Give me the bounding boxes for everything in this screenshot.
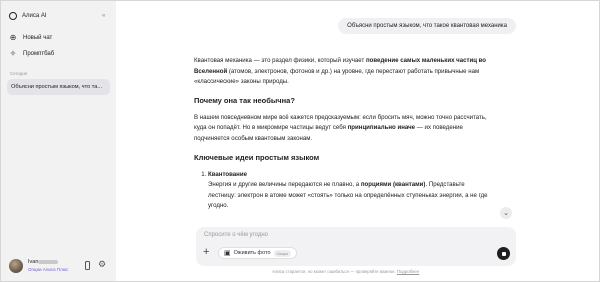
animate-photo-chip[interactable]: ▣ Оживить фото Скоро xyxy=(218,247,297,259)
chat-history-item[interactable]: Объясни простым языком, что та... xyxy=(7,79,110,95)
prompt-library-label: Промптбаб xyxy=(23,51,55,57)
subscription-link[interactable]: Опции Алиса Плюс xyxy=(28,267,68,272)
response-paragraph: Квантовая механика — это раздел физики, … xyxy=(194,57,487,86)
user-name: Ivan xyxy=(28,259,59,265)
message-input[interactable]: Спросите о чём угодно xyxy=(204,232,268,238)
alice-logo-icon xyxy=(9,12,17,20)
scroll-down-button[interactable]: ⌄ xyxy=(500,207,512,219)
prompt-library-button[interactable]: ✧ Промптбаб xyxy=(9,49,55,58)
stop-icon xyxy=(501,251,506,256)
plus-icon[interactable]: + xyxy=(203,247,209,258)
more-link[interactable]: Подробнее xyxy=(397,269,419,274)
list-item: Квантование Энергия и другие величины пе… xyxy=(208,170,494,212)
composer: Спросите о чём угодно + ▣ Оживить фото С… xyxy=(196,227,516,266)
sparkle-icon: ✧ xyxy=(9,49,17,58)
chevron-down-icon: ⌄ xyxy=(503,210,509,217)
stop-button[interactable] xyxy=(497,247,510,260)
response-heading: Почему она так необычна? xyxy=(194,95,295,105)
disclaimer: Алиса старается, но может ошибаться — пр… xyxy=(272,269,420,274)
new-chat-button[interactable]: ⊕ Новый чат xyxy=(9,33,53,42)
new-chat-label: Новый чат xyxy=(23,35,53,41)
user-message: Объясни простым языком, что такое кванто… xyxy=(338,18,516,34)
chat-area: Объясни простым языком, что такое кванто… xyxy=(116,1,599,281)
chip-label: Оживить фото xyxy=(233,250,271,256)
gear-icon[interactable]: ⚙ xyxy=(98,260,106,269)
soon-badge: Скоро xyxy=(273,249,291,257)
response-list: Квантование Энергия и другие величины пе… xyxy=(208,170,494,212)
sidebar: Алиса AI « ⊕ Новый чат ✧ Промптбаб Сегод… xyxy=(1,1,116,281)
section-label-today: Сегодня xyxy=(10,71,28,76)
photo-icon: ▣ xyxy=(224,250,231,257)
collapse-sidebar-icon[interactable]: « xyxy=(102,13,105,19)
brand[interactable]: Алиса AI xyxy=(9,12,47,20)
brand-label: Алиса AI xyxy=(22,13,47,19)
response-paragraph: В нашем повседневном мире всё кажется пр… xyxy=(194,113,487,142)
response-heading: Ключевые идеи простым языком xyxy=(194,152,320,162)
assistant-response: Квантовая механика — это раздел физики, … xyxy=(194,56,494,212)
phone-icon[interactable] xyxy=(85,261,90,270)
new-chat-icon: ⊕ xyxy=(9,33,17,42)
avatar[interactable] xyxy=(9,259,23,273)
